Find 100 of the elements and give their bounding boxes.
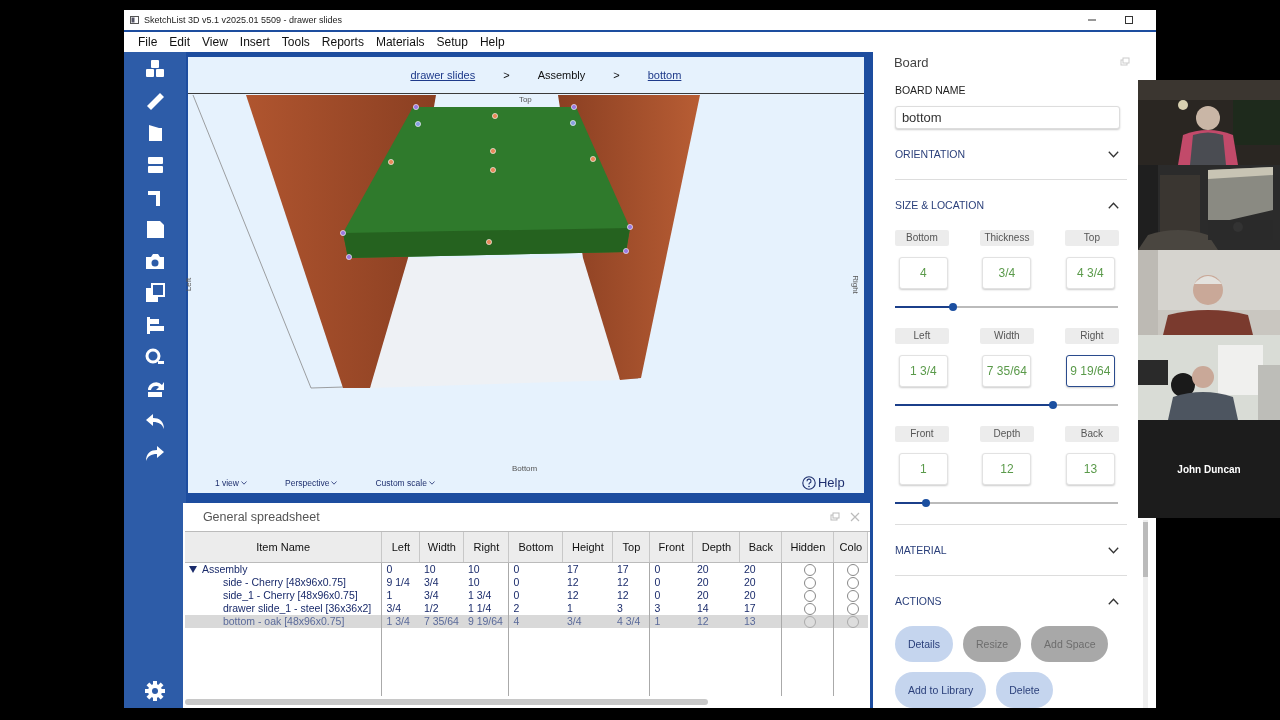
field-label: Right [1064, 328, 1119, 344]
table-row[interactable]: Assembly 0 10 10 0 17 17 0 20 20 [184, 562, 868, 576]
chevron-icon[interactable] [1107, 201, 1119, 209]
section-header[interactable]: ORIENTATION [894, 148, 966, 160]
menu-item[interactable]: Edit [163, 35, 197, 49]
action-button[interactable]: Details [894, 626, 953, 662]
table-cell: 10 [463, 562, 509, 576]
table-row[interactable]: bottom - oak [48x96x0.75] 1 3/4 7 35/64 9 19/64 4 3/4 4 3/4 1 12 13 [184, 615, 868, 628]
action-button[interactable]: Add to Library [894, 672, 987, 708]
column-header[interactable]: Height [562, 532, 613, 563]
radio-button[interactable] [847, 615, 860, 628]
radio-button[interactable] [803, 589, 816, 602]
table-cell: 4 3/4 [612, 615, 650, 628]
column-header[interactable]: Back [739, 532, 782, 563]
table-cell: 10 [419, 562, 464, 576]
section-header[interactable]: SIZE & LOCATION [894, 199, 984, 211]
breadcrumb-link[interactable]: bottom [633, 69, 696, 81]
column-header[interactable]: Left [381, 532, 420, 563]
participant-name: John Duncan [1177, 463, 1241, 475]
table-cell: 0 [508, 576, 563, 589]
field-label: Bottom [894, 230, 949, 246]
table-cell-text: 3/4 [422, 576, 440, 589]
radio-button[interactable] [847, 576, 860, 589]
name-field[interactable]: bottom [894, 105, 1120, 129]
chevron-icon[interactable] [1107, 597, 1119, 605]
table-cell: 2 [508, 602, 563, 615]
number-field[interactable]: 4 [898, 257, 948, 289]
table-cell: 20 [739, 562, 782, 576]
section-header[interactable]: ACTIONS [894, 595, 942, 607]
cubes-icon[interactable] [143, 58, 166, 80]
menu-item[interactable]: Setup [430, 35, 474, 49]
panel-title: Board [893, 55, 930, 71]
item-name: side_1 - Cherry [48x96x0.75] [222, 589, 358, 602]
chevron-icon[interactable] [1107, 546, 1119, 554]
table-cell: 14 [692, 602, 740, 615]
column-header[interactable]: Top [612, 532, 650, 563]
menu-item[interactable]: Reports [315, 35, 370, 49]
number-field[interactable]: 1 3/4 [898, 355, 948, 387]
radio-button[interactable] [803, 602, 816, 615]
menu-item[interactable]: Help [473, 35, 511, 49]
radio-button[interactable] [803, 563, 816, 576]
model-drawing[interactable] [192, 94, 700, 389]
item-name: bottom - oak [48x96x0.75] [222, 615, 345, 628]
menu-item[interactable]: Materials [369, 35, 431, 49]
copy-add-icon[interactable] [143, 282, 166, 304]
action-button[interactable]: Delete [996, 672, 1053, 708]
scrollbar[interactable] [1143, 520, 1148, 708]
table-cell-text: 12 [565, 576, 580, 589]
maximize-icon[interactable] [1124, 15, 1134, 25]
column-header[interactable]: Width [419, 532, 464, 563]
slider[interactable] [894, 400, 1118, 410]
panel-title: General spreadsheet [202, 510, 321, 524]
slider-thumb[interactable] [922, 499, 931, 507]
section-header[interactable]: MATERIAL [894, 544, 947, 556]
breadcrumb-link[interactable]: drawer slides [396, 69, 490, 81]
slider-thumb[interactable] [948, 303, 957, 311]
table-row[interactable]: side_1 - Cherry [48x96x0.75] 1 3/4 1 3/4 0 12 12 0 20 20 [184, 589, 868, 602]
column-header[interactable]: Depth [692, 532, 740, 563]
table-cell: 20 [739, 589, 782, 602]
item-name: side - Cherry [48x96x0.75] [222, 576, 347, 589]
number-field[interactable]: 9 19/64 [1065, 355, 1115, 387]
slider-thumb[interactable] [1049, 401, 1058, 409]
chevron-icon[interactable] [1107, 150, 1119, 158]
column-header[interactable]: Front [649, 532, 693, 563]
tree-toggle-icon[interactable] [188, 566, 197, 573]
radio-button[interactable] [847, 589, 860, 602]
breadcrumb-separator: > [612, 69, 621, 81]
view-dropdown[interactable]: Perspective [285, 478, 338, 488]
view-dropdown[interactable]: Custom scale [375, 478, 435, 488]
radio-button[interactable] [847, 563, 860, 576]
scrollbar[interactable] [184, 699, 708, 705]
help-link[interactable]: Help [801, 475, 845, 490]
table-cell: 1 [649, 615, 693, 628]
column-header[interactable]: Colo [833, 532, 868, 563]
number-field[interactable]: 3/4 [982, 257, 1032, 289]
column-header[interactable]: Bottom [508, 532, 563, 563]
window-title: SketchList 3D v5.1 v2025.01 5509 - drawer slides [144, 15, 344, 25]
menu-item[interactable]: Tools [275, 35, 316, 49]
slider[interactable] [894, 302, 1118, 312]
table-cell: 0 [381, 562, 420, 576]
column-header[interactable]: Right [463, 532, 509, 563]
number-field[interactable]: 7 35/64 [982, 355, 1032, 387]
table-cell: 0 [508, 562, 563, 576]
table-row[interactable]: side - Cherry [48x96x0.75] 9 1/4 3/4 10 0 12 12 0 20 20 [184, 576, 868, 589]
view-dropdown[interactable]: 1 view [214, 478, 247, 488]
radio-button[interactable] [803, 615, 816, 628]
menu-item[interactable]: View [196, 35, 234, 49]
slider[interactable] [894, 498, 1118, 508]
column-header[interactable]: Item Name [184, 532, 382, 563]
number-field[interactable]: 4 3/4 [1065, 257, 1115, 289]
radio-button[interactable] [803, 576, 816, 589]
table-cell: 3/4 [381, 602, 420, 615]
table-cell: 17 [562, 562, 613, 576]
field-label: Front [894, 426, 949, 442]
column-header[interactable]: Hidden [781, 532, 834, 563]
number-field[interactable]: 13 [1065, 453, 1115, 485]
settings-icon[interactable] [143, 680, 166, 702]
radio-button[interactable] [847, 602, 860, 615]
menu-item[interactable]: File [132, 35, 164, 49]
menu-item[interactable]: Insert [233, 35, 276, 49]
